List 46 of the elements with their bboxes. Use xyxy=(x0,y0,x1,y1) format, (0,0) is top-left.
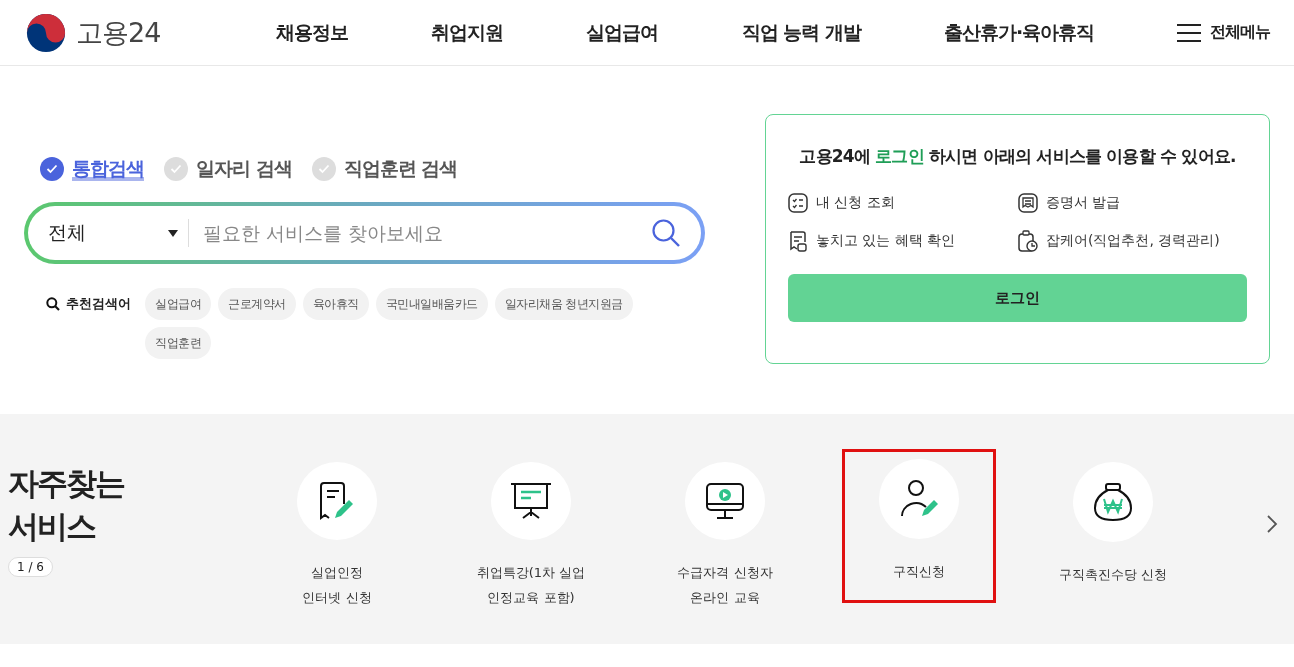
service-shortcut[interactable]: 취업특강(1차 실업 인정교육 포함) xyxy=(454,459,608,613)
keyword-chip[interactable]: 실업급여 xyxy=(145,288,211,320)
keyword-chip[interactable]: 육아휴직 xyxy=(302,288,369,320)
keyword-chip[interactable]: 근로계약서 xyxy=(218,288,296,320)
check-circle-icon xyxy=(311,157,336,181)
keyword-chip[interactable]: 국민내일배움카드 xyxy=(375,288,488,320)
search-tab[interactable]: 직업훈련 검색 xyxy=(311,156,458,182)
service-shortcut[interactable]: 실업인정 인터넷 신청 xyxy=(260,459,414,613)
presentation-board-icon xyxy=(510,480,552,522)
logo-text[interactable]: 고용24 xyxy=(76,14,161,51)
recommended-label: 추천검색어 xyxy=(66,295,131,313)
service-shortcut[interactable]: 수급자격 신청자 온라인 교육 xyxy=(648,459,802,613)
checklist-icon xyxy=(788,192,808,214)
nav-link[interactable]: 실업급여 xyxy=(586,19,659,46)
check-circle-icon xyxy=(40,157,64,181)
certificate-icon xyxy=(1018,192,1038,214)
service-link[interactable]: 증명서 발급 xyxy=(1018,192,1247,214)
all-menu-button[interactable]: 전체메뉴 xyxy=(1176,22,1270,43)
category-dropdown[interactable]: 전체 xyxy=(48,220,188,246)
keyword-chip[interactable]: 일자리채움 청년지원금 xyxy=(494,288,633,320)
nav-link[interactable]: 채용정보 xyxy=(275,19,348,46)
service-link[interactable]: 내 신청 조회 xyxy=(788,192,1018,214)
menu-icon xyxy=(1176,22,1202,43)
search-icon[interactable] xyxy=(651,218,681,248)
nav-link[interactable]: 직업 능력 개발 xyxy=(741,19,861,46)
money-bag-icon xyxy=(1092,481,1134,523)
keyword-chip[interactable]: 직업훈련 xyxy=(145,327,211,359)
receipt-icon xyxy=(788,230,808,252)
section-title: 자주찾는 서비스 xyxy=(8,464,126,547)
service-link[interactable]: 잡케어(직업추천, 경력관리) xyxy=(1018,230,1247,252)
page-indicator: 1 / 6 xyxy=(8,556,53,577)
check-circle-icon xyxy=(164,157,188,181)
login-message: 고용24에 로그인 하시면 아래의 서비스를 이용할 수 있어요. xyxy=(798,145,1237,168)
service-shortcut[interactable]: 구직신청 xyxy=(842,449,996,603)
logo-emblem-icon xyxy=(24,11,68,54)
login-button[interactable]: 로그인 xyxy=(788,274,1247,322)
nav-link[interactable]: 출산휴가·육아휴직 xyxy=(944,19,1095,46)
search-icon xyxy=(46,297,60,311)
clipboard-icon xyxy=(1018,230,1038,252)
search-tab[interactable]: 일자리 검색 xyxy=(164,156,292,182)
search-tab[interactable]: 통합검색 xyxy=(40,156,144,182)
nav-link[interactable]: 취업지원 xyxy=(430,19,503,46)
monitor-play-icon xyxy=(704,480,746,522)
search-field[interactable]: 전체 필요한 서비스를 찾아보세요 xyxy=(24,202,705,264)
service-link[interactable]: 놓치고 있는 혜택 확인 xyxy=(788,230,1018,252)
service-shortcut[interactable]: 구직촉진수당 신청 xyxy=(1036,459,1190,613)
